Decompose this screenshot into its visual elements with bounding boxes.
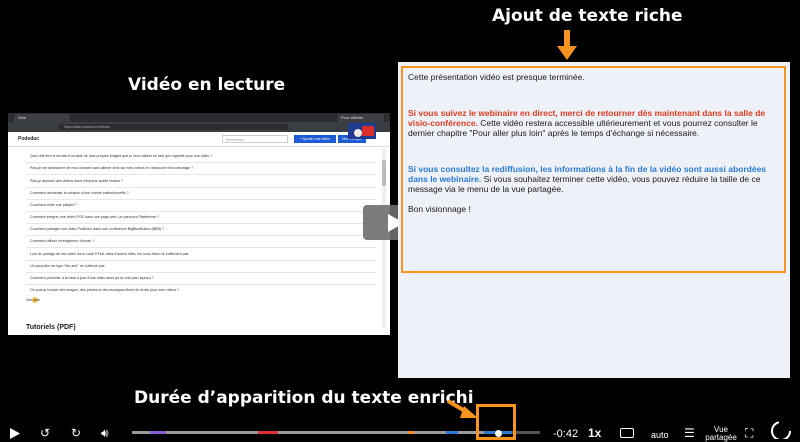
shared-view-button[interactable]: Vue partagée <box>704 426 738 442</box>
duration-annotation: Durée d’apparition du texte enrichi <box>134 388 474 408</box>
video-frame[interactable]: Aide Pour afficher https://aide.podeduc.… <box>8 113 390 335</box>
site-add-video-button: + Ajouter une vidéo <box>294 135 336 143</box>
chapters-menu-icon[interactable]: ☰ <box>684 427 695 439</box>
faq-divider <box>26 187 376 188</box>
rich-text-arrow-head-icon <box>557 46 577 60</box>
subtitles-icon[interactable] <box>620 428 634 438</box>
progress-buffered <box>132 431 492 434</box>
faq-divider <box>26 223 376 224</box>
faq-item: Comment utiliser l'enregistreur d'écran … <box>30 239 95 243</box>
browser-tab-2: Pour afficher <box>338 114 384 122</box>
voir-plus-link: Voir plus <box>26 298 40 302</box>
faq-divider <box>26 247 376 248</box>
faq-item: Comment intégrer une vidéo POD dans une … <box>30 215 159 219</box>
rich-text-paragraph-live: Si vous suivez le webinaire en direct, m… <box>408 108 779 138</box>
fullscreen-icon[interactable]: ⛶ <box>745 427 753 439</box>
faq-item: Puis-je déposer des vidéos dans n'import… <box>30 179 123 183</box>
rich-text-paragraph-replay: Si vous consultez la rediffusion, les in… <box>408 164 779 194</box>
speed-button[interactable]: 1x <box>588 427 601 439</box>
browser-url: https://aide.podeduc.fr/videos <box>58 124 288 130</box>
quality-button[interactable]: auto <box>651 429 669 441</box>
rich-text-box: Cette présentation vidéo est presque ter… <box>401 66 786 273</box>
rich-text-intro: Cette présentation vidéo est presque ter… <box>408 72 585 82</box>
faq-item: Comment procéder à la mise à jour d'une … <box>30 276 154 280</box>
faq-divider <box>26 272 376 273</box>
video-annotation: Vidéo en lecture <box>128 75 286 95</box>
faq-item: Quel doit être le format et la taille de… <box>30 154 213 158</box>
site-logo: Podeduc <box>18 136 40 142</box>
chapter-marker <box>408 431 414 434</box>
faq-item: Lors du partage de ma vidéo via le code … <box>30 252 189 256</box>
faq-divider <box>26 235 376 236</box>
time-remaining: -0:42 <box>553 428 579 440</box>
play-button-icon[interactable] <box>10 428 20 439</box>
faq-item: Où puis-je trouver des images, des photo… <box>30 288 180 292</box>
faq-item: Comment demander la création d'une chaîn… <box>30 191 129 195</box>
duration-arrow-icon <box>446 399 478 418</box>
loading-spinner-icon <box>771 421 791 439</box>
tutorials-heading: Tutoriels (PDF) <box>26 324 76 331</box>
rewind-icon[interactable]: ↺ <box>40 427 50 439</box>
faq-item: Un sous-titre de type "fan-sub" ne s'aff… <box>30 264 105 268</box>
rich-text-duration-highlight <box>476 404 516 440</box>
faq-item: Comment créer une playlist ? <box>30 203 77 207</box>
chapter-marker <box>446 431 458 434</box>
browser-tab: Aide <box>14 114 70 122</box>
presenter-webcam <box>348 123 376 139</box>
faq-divider <box>26 211 376 212</box>
site-search: Rechercher <box>222 135 288 143</box>
chapter-marker <box>258 431 278 434</box>
volume-icon[interactable]: 🔊︎ <box>101 427 109 439</box>
forward-icon[interactable]: ↻ <box>71 427 81 439</box>
faq-divider <box>26 199 376 200</box>
faq-divider <box>26 174 376 175</box>
faq-item: Comment partager une vidéo PodEduc dans … <box>30 227 165 231</box>
rich-text-closing: Bon visionnage ! <box>408 204 471 214</box>
faq-divider <box>26 284 376 285</box>
chapter-marker <box>150 431 166 434</box>
rich-text-annotation: Ajout de texte riche <box>492 6 683 26</box>
faq-divider <box>26 162 376 163</box>
faq-divider <box>26 260 376 261</box>
faq-item: Puis-je me désinscrire de mon compte san… <box>30 166 194 170</box>
